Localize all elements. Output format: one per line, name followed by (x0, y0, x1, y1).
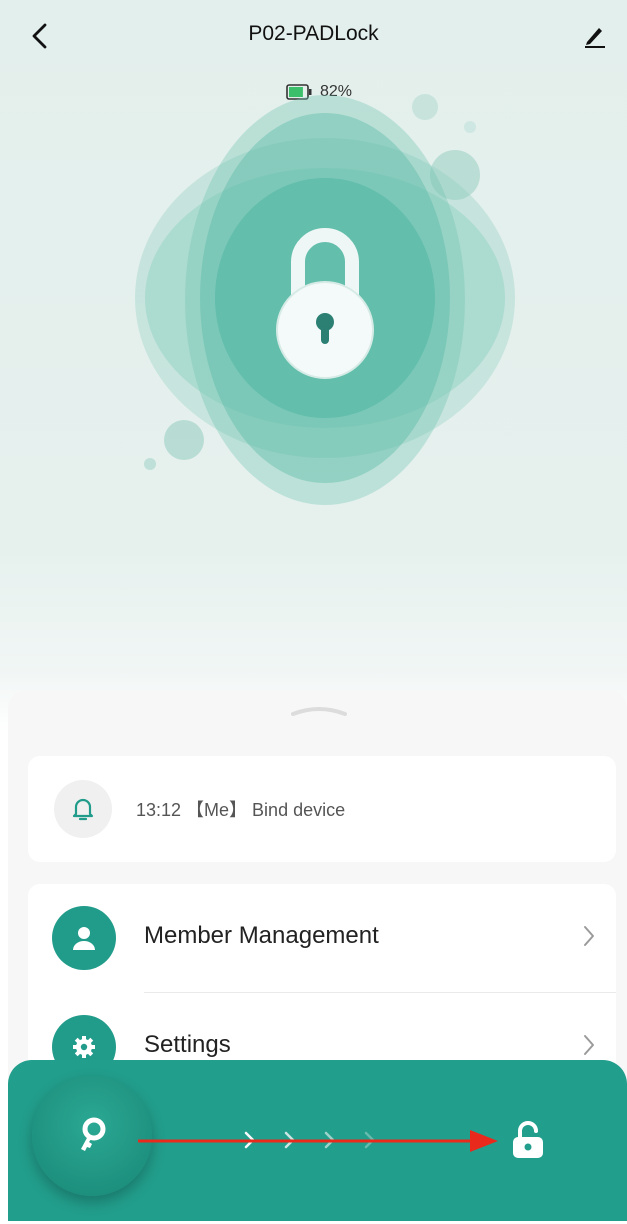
padlock-open-icon (513, 1121, 543, 1158)
recent-log-card[interactable]: 13:12 【Me】 Bind device (28, 756, 616, 862)
user-icon (73, 927, 95, 950)
member-icon-badge (52, 906, 116, 970)
annotation-arrow (138, 1130, 498, 1152)
bell-icon (72, 798, 94, 821)
log-entry-text: 13:12 【Me】 Bind device (136, 800, 346, 820)
menu-item-member-management[interactable]: Member Management (28, 884, 616, 993)
device-page: P02-PADLock 82% 13:12 【Me】 Bind device M… (0, 0, 627, 1224)
sheet-grip-handle[interactable] (289, 704, 349, 716)
chevron-right-icon (584, 926, 594, 946)
key-icon (81, 1117, 106, 1151)
pencil-icon (585, 28, 605, 48)
page-title: P02-PADLock (248, 22, 379, 45)
menu-item-label: Settings (144, 1031, 231, 1058)
top-bar: P02-PADLock (0, 0, 627, 72)
log-icon-badge (54, 780, 112, 838)
gear-icon (73, 1036, 95, 1058)
chevron-right-icon (584, 1035, 594, 1055)
unlock-slider-knob[interactable] (32, 1076, 152, 1196)
slide-to-unlock-bar[interactable] (8, 1060, 627, 1221)
edit-button[interactable] (577, 18, 613, 54)
lock-status-illustration (135, 94, 515, 505)
menu-item-label: Member Management (144, 922, 379, 949)
